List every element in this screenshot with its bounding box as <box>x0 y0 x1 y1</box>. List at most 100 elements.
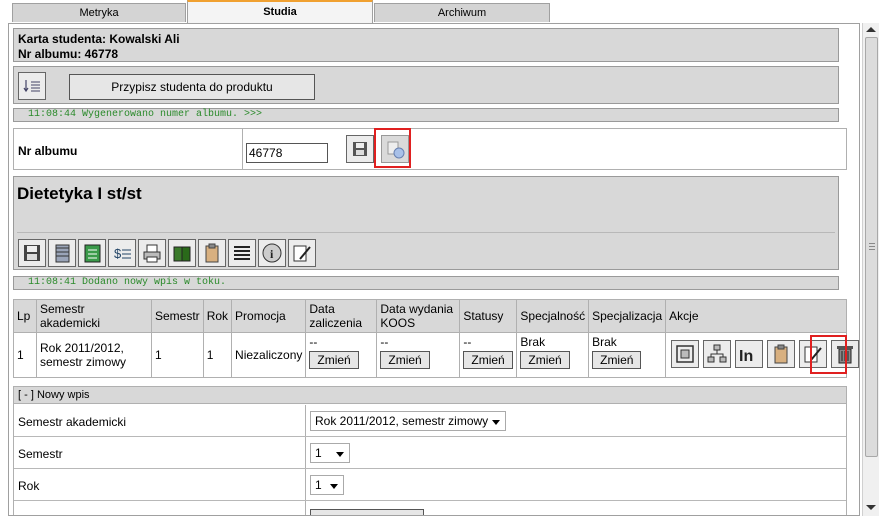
cell-specjalnosc: Brak Zmień <box>516 332 590 378</box>
sort-icon <box>23 80 40 93</box>
program-books-button[interactable] <box>168 239 196 267</box>
student-album-number: Nr albumu: 46778 <box>18 47 119 61</box>
money-icon: $ <box>114 246 131 261</box>
program-clipboard-button[interactable] <box>198 239 226 267</box>
program-info-button[interactable]: i <box>258 239 286 267</box>
program-floppy-button[interactable] <box>18 239 46 267</box>
sort-button[interactable] <box>18 72 46 100</box>
rok-select[interactable]: 1 <box>310 475 344 495</box>
semestr-select[interactable]: 1 <box>310 443 350 463</box>
change-button[interactable]: Zmień <box>463 351 513 369</box>
tab-metryka[interactable]: Metryka <box>12 3 186 22</box>
vertical-scrollbar[interactable] <box>862 23 879 516</box>
col-semestr: Semestr <box>151 299 204 333</box>
col-data-koos: Data wydania KOOS <box>376 299 461 333</box>
row-divider <box>14 468 846 469</box>
program-edit-button[interactable] <box>288 239 316 267</box>
books-icon <box>173 246 191 262</box>
tab-bar: Metryka Studia Archiwum <box>0 0 884 24</box>
program-panel: Dietetyka I st/st $ i <box>13 176 839 270</box>
table-header-row: Lp Semestr akademicki Semestr Rok Promoc… <box>13 299 847 333</box>
date-value: -- <box>309 335 318 349</box>
album-form: Nr albumu <box>13 128 847 170</box>
edit-icon <box>293 245 311 262</box>
scroll-thumb[interactable] <box>865 37 878 457</box>
cell-data-koos: -- Zmień <box>376 332 461 378</box>
program-list-button[interactable] <box>228 239 256 267</box>
selected-value: 1 <box>315 446 322 460</box>
highlight-generate <box>374 128 411 168</box>
col-promocja: Promocja <box>231 299 307 333</box>
clipboard-icon <box>774 344 788 364</box>
program-printer-button[interactable] <box>138 239 166 267</box>
col-statusy: Statusy <box>459 299 518 333</box>
col-specjalnosc: Specjalność <box>516 299 590 333</box>
main-content: Karta studenta: Kowalski Ali Nr albumu: … <box>8 23 860 516</box>
ledger-icon <box>84 244 101 263</box>
col-lp: Lp <box>13 299 37 333</box>
svg-text:In: In <box>739 348 753 365</box>
cell-lp: 1 <box>13 332 37 378</box>
frame-icon <box>676 345 694 363</box>
row-divider <box>14 500 846 501</box>
row-hierarchy-button[interactable] <box>703 340 732 368</box>
tab-studia[interactable]: Studia <box>187 0 373 24</box>
change-button[interactable]: Zmień <box>520 351 570 369</box>
rok-label: Rok <box>18 479 40 493</box>
col-akcje: Akcje <box>665 299 847 333</box>
album-label: Nr albumu <box>18 144 78 158</box>
status-value: -- <box>463 335 472 349</box>
student-card-title: Karta studenta: Kowalski Ali <box>18 32 180 46</box>
floppy-icon <box>24 245 40 261</box>
col-data-zaliczenia: Data zaliczenia <box>305 299 378 333</box>
hierarchy-icon <box>707 344 727 363</box>
chevron-down-icon <box>492 420 500 425</box>
semestr-akademicki-label: Semestr akademicki <box>18 415 127 429</box>
tab-archiwum[interactable]: Archiwum <box>374 3 550 22</box>
change-button[interactable]: Zmień <box>309 351 359 369</box>
row-divider <box>14 436 846 437</box>
new-entry-section: [ - ] Nowy wpis Semestr akademicki Rok 2… <box>13 386 847 515</box>
info-icon: i <box>262 243 282 263</box>
cell-promocja: Niezaliczony <box>231 332 307 378</box>
cell-specjalizacja: Brak Zmień <box>588 332 667 378</box>
program-notebook-button[interactable] <box>48 239 76 267</box>
notebook-icon <box>55 244 70 263</box>
form-divider <box>242 129 243 169</box>
selected-value: 1 <box>315 478 322 492</box>
in-icon: In <box>739 348 753 365</box>
chevron-down-icon <box>330 484 338 489</box>
scroll-down-icon[interactable] <box>866 505 876 510</box>
semestr-akademicki-select[interactable]: Rok 2011/2012, semestr zimowy <box>310 411 506 431</box>
table-row: 1 Rok 2011/2012, semestr zimowy 1 1 Niez… <box>13 332 859 378</box>
submit-button-partial[interactable] <box>310 509 424 515</box>
scroll-up-icon[interactable] <box>866 27 876 32</box>
clipboard-icon <box>205 243 219 263</box>
program-ledger-button[interactable] <box>78 239 106 267</box>
col-specjalizacja: Specjalizacja <box>588 299 667 333</box>
change-button[interactable]: Zmień <box>380 351 430 369</box>
selected-value: Rok 2011/2012, semestr zimowy <box>315 414 489 428</box>
row-clipboard-button[interactable] <box>767 340 796 368</box>
change-button[interactable]: Zmień <box>592 351 642 369</box>
cell-data-zaliczenia: -- Zmień <box>305 332 378 378</box>
specjalnosc-value: Brak <box>520 335 546 349</box>
col-rok: Rok <box>202 299 233 333</box>
printer-icon <box>143 244 161 263</box>
cell-rok: 1 <box>202 332 233 378</box>
save-album-button[interactable] <box>346 135 374 163</box>
highlight-delete <box>810 335 847 374</box>
svg-text:$: $ <box>114 246 122 261</box>
list-icon <box>234 246 250 260</box>
chevron-down-icon <box>336 452 344 457</box>
col-semestr-akademicki: Semestr akademicki <box>36 299 152 333</box>
row-frame-button[interactable] <box>671 340 700 368</box>
album-number-input[interactable] <box>246 143 328 163</box>
cell-statusy: -- Zmień <box>459 332 518 378</box>
cell-semestr: 1 <box>151 332 204 378</box>
row-in-button[interactable]: In <box>735 340 764 368</box>
student-card-panel: Karta studenta: Kowalski Ali Nr albumu: … <box>13 28 839 62</box>
new-entry-toggle[interactable]: [ - ] Nowy wpis <box>14 387 846 404</box>
assign-student-button[interactable]: Przypisz studenta do produktu <box>69 74 315 100</box>
program-money-button[interactable]: $ <box>108 239 136 267</box>
